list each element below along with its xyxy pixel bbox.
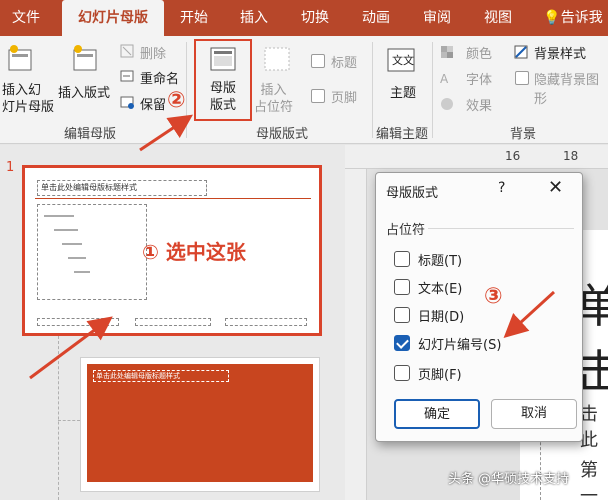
delete-icon [120, 44, 134, 58]
ribbon-tab-bar: 文件 幻灯片母版 开始 插入 切换 动画 审阅 视图 💡告诉我 [0, 0, 608, 36]
tab-insert[interactable]: 插入 [236, 0, 272, 36]
effects-icon [441, 98, 453, 110]
group-label-edit-master: 编辑母版 [64, 127, 117, 142]
svg-text:A: A [440, 72, 449, 85]
preserve-icon [120, 96, 134, 109]
canvas-body-text: 击此 [580, 404, 598, 451]
tab-animations[interactable]: 动画 [358, 0, 394, 36]
ribbon-separator [372, 42, 373, 138]
tab-tell-me[interactable]: 💡告诉我 [540, 0, 606, 36]
colors-button[interactable]: 颜色 [466, 43, 492, 62]
thumbnail-divider [35, 198, 311, 199]
placeholders-section-label: 占位符 [386, 223, 426, 238]
theme-button[interactable]: 主题 [390, 82, 416, 101]
annotation-step1: ① 选中这张 [142, 240, 246, 264]
insert-slide-master-icon [8, 45, 32, 71]
thumbnail-body-placeholder [37, 204, 147, 300]
svg-text:文文: 文文 [392, 53, 414, 67]
close-icon[interactable]: ✕ [548, 177, 563, 198]
text-option-checkbox[interactable] [394, 279, 410, 295]
title-checkbox-label: 标题 [331, 56, 358, 71]
ribbon-separator [432, 42, 433, 138]
tab-view[interactable]: 视图 [480, 0, 516, 36]
delete-button[interactable]: 删除 [140, 43, 166, 62]
rename-button[interactable]: 重命名 [140, 68, 179, 87]
group-label-master-layout: 母版版式 [256, 127, 309, 142]
master-layout-dialog: 母版版式 ? ✕ 占位符 标题(T) 文本(E) 日期(D) 幻灯片编号(S) … [375, 172, 583, 442]
fonts-button[interactable]: 字体 [466, 69, 492, 88]
background-styles-button[interactable]: 背景样式 [534, 43, 586, 62]
slide-number: 1 [6, 160, 15, 175]
insert-layout-button[interactable]: 插入版式 [58, 82, 110, 101]
thumbnail-footer-placeholder [135, 318, 211, 326]
hide-background-label: 隐藏背景图形 [534, 73, 600, 107]
slide-number-option-label[interactable]: 幻灯片编号(S) [418, 334, 501, 353]
preserve-button[interactable]: 保留 [140, 94, 166, 113]
title-checkbox[interactable] [311, 54, 325, 68]
insert-placeholder-icon [264, 47, 290, 71]
text-option-label[interactable]: 文本(E) [418, 278, 462, 297]
highlight-master-layout [194, 39, 252, 121]
tab-slide-master[interactable]: 幻灯片母版 [62, 0, 164, 36]
tab-transitions[interactable]: 切换 [297, 0, 333, 36]
footer-checkbox[interactable] [311, 89, 325, 103]
annotation-step2: ② [167, 88, 186, 113]
group-label-background: 背景 [510, 127, 537, 142]
insert-layout-icon [73, 45, 97, 71]
annotation-step3: ③ [484, 284, 503, 309]
thumbnail-layout-title: 单击此处编辑母版标题样式 [93, 370, 229, 382]
cancel-button[interactable]: 取消 [491, 399, 577, 429]
ruler-label: 16 [505, 149, 521, 163]
thumbnail-number-placeholder [225, 318, 307, 326]
insert-placeholder-button[interactable]: 插入 占位符 [254, 82, 293, 116]
lightbulb-icon: 💡 [543, 10, 561, 26]
ok-button[interactable]: 确定 [394, 399, 480, 429]
rename-icon [120, 70, 134, 82]
connector-line [58, 336, 59, 500]
slide-thumbnail-layout[interactable]: 单击此处编辑母版标题样式 [80, 357, 320, 492]
watermark: 头条 @华硕技术支持 [448, 472, 570, 487]
thumbnail-title-placeholder: 单击此处编辑母版标题样式 [37, 180, 207, 196]
tab-file[interactable]: 文件 [8, 0, 44, 36]
effects-button[interactable]: 效果 [466, 95, 492, 114]
fonts-icon: A [440, 72, 449, 85]
dialog-title: 母版版式 [386, 186, 439, 201]
ribbon-separator [186, 42, 187, 138]
tab-home[interactable]: 开始 [176, 0, 212, 36]
footer-option-checkbox[interactable] [394, 365, 410, 381]
footer-option-label[interactable]: 页脚(F) [418, 364, 462, 383]
date-option-checkbox[interactable] [394, 307, 410, 323]
vertical-ruler [345, 169, 367, 500]
theme-icon: 文文 [387, 48, 415, 72]
group-label-edit-theme: 编辑主题 [376, 127, 429, 142]
background-styles-icon [514, 45, 528, 59]
section-divider [428, 228, 574, 229]
date-option-label[interactable]: 日期(D) [418, 306, 464, 325]
horizontal-ruler: 16 18 [345, 145, 608, 169]
title-option-label[interactable]: 标题(T) [418, 250, 462, 269]
help-button[interactable]: ? [498, 180, 505, 196]
ribbon: 插入幻 灯片母版 插入版式 删除 重命名 保留 母版 版式 插入 占位符 标题 … [0, 36, 608, 144]
slide-number-option-checkbox[interactable] [394, 335, 410, 351]
ruler-label: 18 [563, 149, 579, 163]
insert-slide-master-button[interactable]: 插入幻 灯片母版 [2, 82, 54, 116]
title-option-checkbox[interactable] [394, 251, 410, 267]
canvas-body-text: 第一 [580, 460, 598, 500]
hide-background-checkbox[interactable] [515, 71, 529, 85]
connector-line [58, 420, 80, 421]
colors-icon [441, 46, 453, 58]
thumbnail-date-placeholder [37, 318, 119, 326]
tab-review[interactable]: 审阅 [419, 0, 455, 36]
footer-checkbox-label: 页脚 [331, 91, 358, 106]
